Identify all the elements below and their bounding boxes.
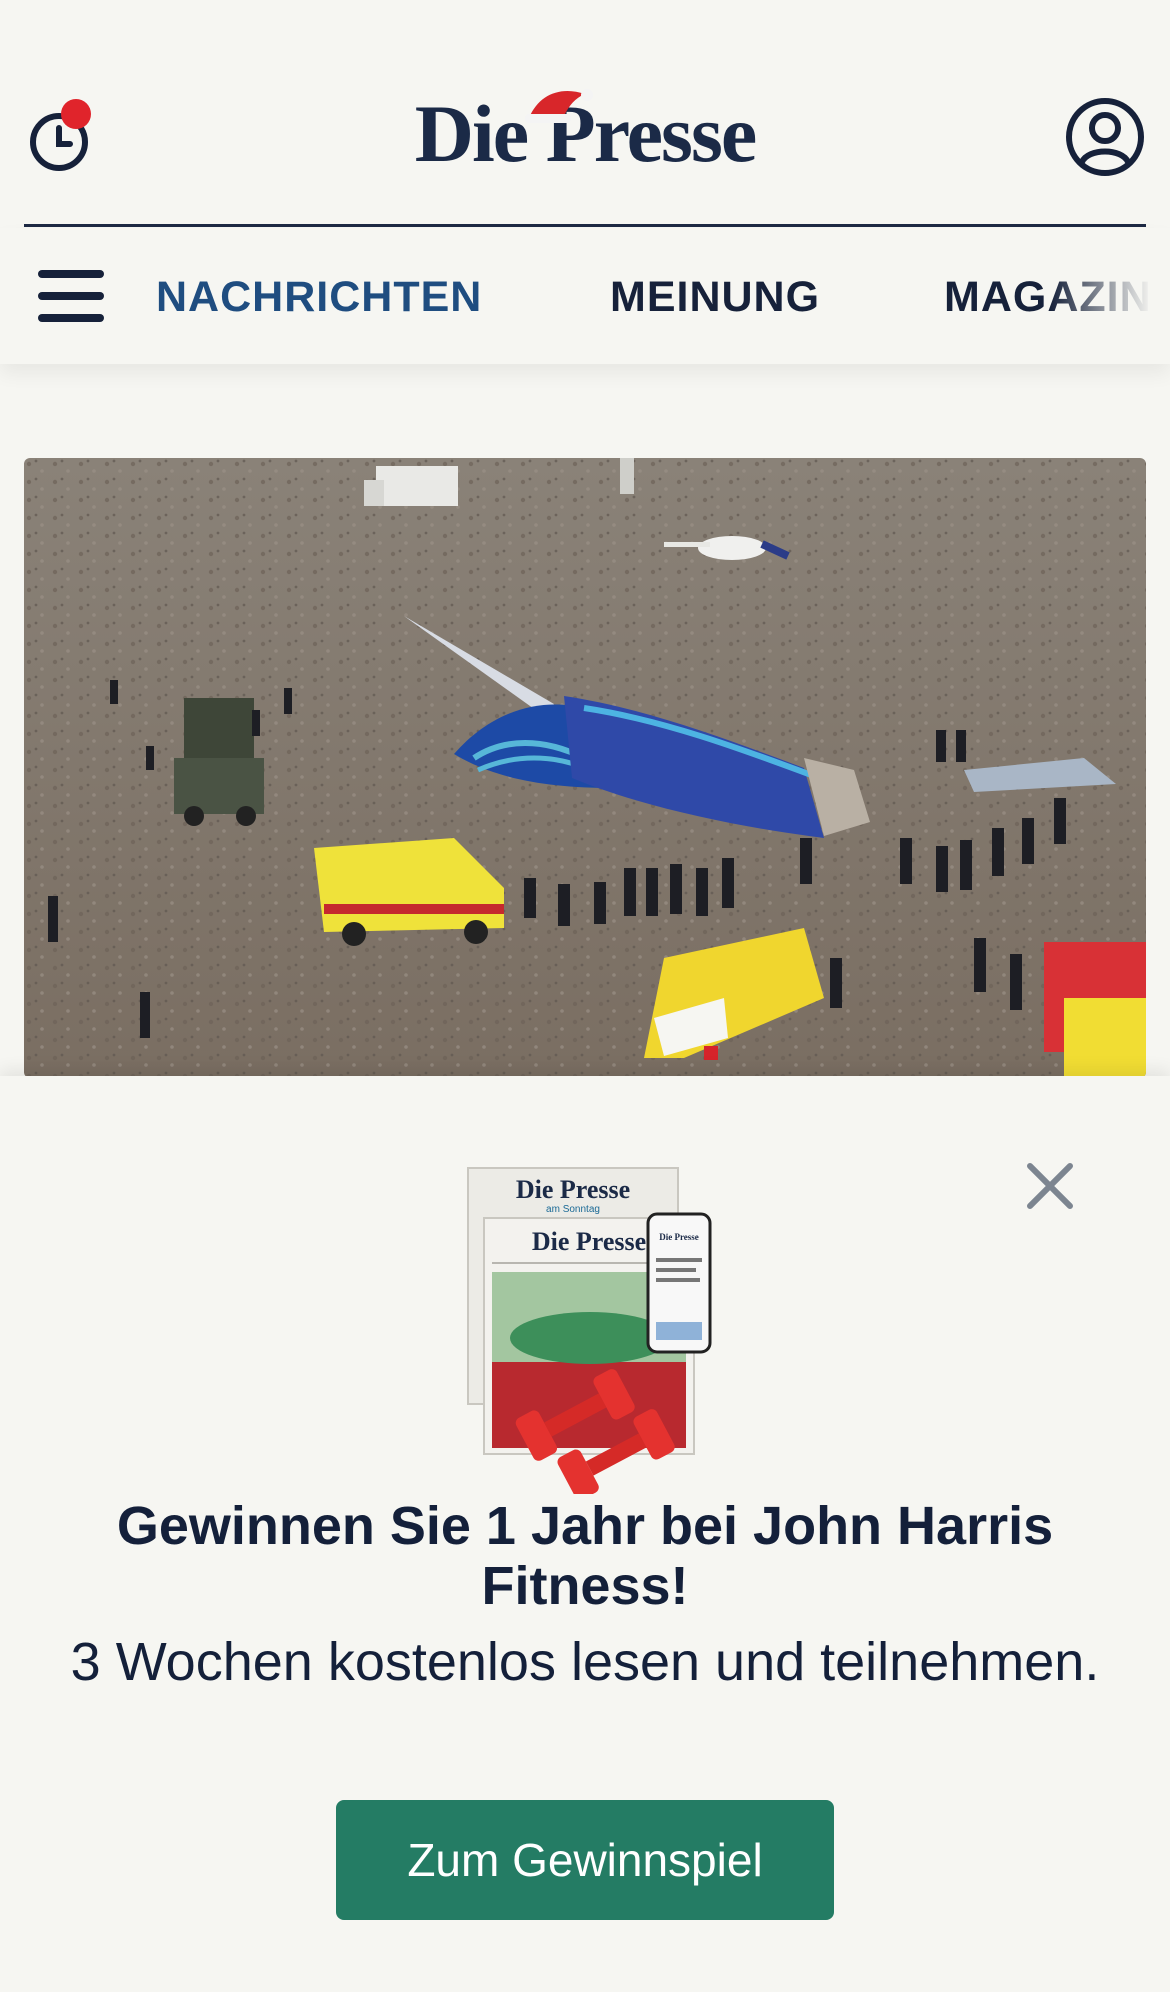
phone-title: Die Presse [659,1232,699,1242]
section-nav: NACHRICHTEN MEINUNG MAGAZIN [0,228,1170,364]
menu-button[interactable] [38,270,104,326]
user-icon [1066,98,1144,176]
close-button[interactable] [1020,1156,1080,1216]
promo-subline: 3 Wochen kostenlos lesen und teilnehmen. [70,1632,1100,1692]
newspaper-bundle-image: Die Presse am Sonntag Die Presse Die Pre… [467,1167,712,1500]
nav-item-nachrichten[interactable]: NACHRICHTEN [156,272,482,322]
header-divider [24,224,1146,227]
history-button[interactable] [24,94,104,178]
hamburger-icon [38,270,104,278]
newspaper-title-1: Die Presse [516,1175,630,1204]
plane-crash-photo [24,458,1146,1078]
promo-illustration: Die Presse am Sonntag Die Presse Die Pre… [458,1162,714,1500]
page: Die Presse NACHRICHTEN MEINUNG MAGAZIN D… [0,0,1170,1992]
santa-hat-icon [525,89,593,123]
nav-item-meinung[interactable]: MEINUNG [610,272,820,322]
promo-modal: Die Presse am Sonntag Die Presse Die Pre… [0,1076,1170,1992]
notification-dot [61,99,91,129]
clock-icon [30,99,91,171]
app-header: Die Presse [0,0,1170,228]
article-hero-image[interactable] [24,458,1146,1078]
close-icon [1027,1163,1073,1209]
newspaper-title-2: Die Presse [532,1227,646,1256]
account-button[interactable] [1064,96,1146,178]
gewinnspiel-button[interactable]: Zum Gewinnspiel [336,1800,834,1920]
site-logo[interactable]: Die Presse [405,84,765,184]
nav-scroll-fade [1050,228,1170,364]
newspaper-subtitle-1: am Sonntag [546,1204,600,1215]
promo-headline: Gewinnen Sie 1 Jahr bei John Harris Fitn… [116,1496,1054,1616]
